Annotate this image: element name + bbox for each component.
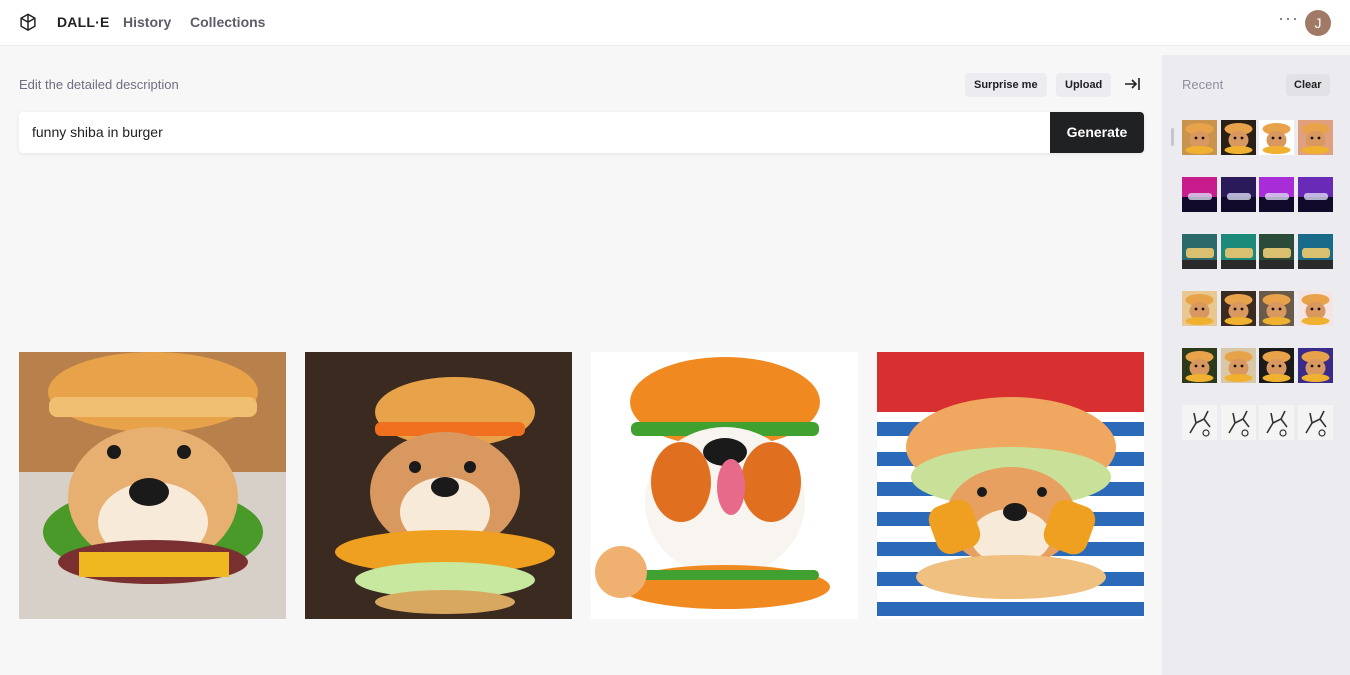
- sidebar-scrollbar[interactable]: [1171, 128, 1174, 146]
- generate-button[interactable]: Generate: [1050, 112, 1144, 153]
- more-options-icon[interactable]: ···: [1278, 8, 1299, 29]
- recent-thumbnail[interactable]: [1259, 177, 1294, 212]
- recent-thumbnail[interactable]: [1182, 291, 1217, 326]
- recent-thumbnail[interactable]: [1259, 405, 1294, 440]
- result-image[interactable]: [877, 352, 1144, 619]
- recent-thumbnail[interactable]: [1298, 405, 1333, 440]
- recent-thumbnail[interactable]: [1259, 348, 1294, 383]
- recent-thumbnail[interactable]: [1298, 120, 1333, 155]
- nav-history[interactable]: History: [123, 14, 171, 30]
- brand-title[interactable]: DALL·E: [57, 14, 110, 30]
- main-panel: Edit the detailed description Surprise m…: [0, 55, 1162, 675]
- recent-thumbnail[interactable]: [1298, 234, 1333, 269]
- openai-logo-icon[interactable]: [17, 12, 39, 34]
- result-image[interactable]: [305, 352, 572, 619]
- recent-thumbnail[interactable]: [1298, 177, 1333, 212]
- top-bar: DALL·E History Collections ··· J: [0, 0, 1350, 46]
- recent-thumbnail[interactable]: [1259, 234, 1294, 269]
- edit-description-label: Edit the detailed description: [19, 77, 179, 92]
- result-image[interactable]: [591, 352, 858, 619]
- upload-button[interactable]: Upload: [1056, 73, 1112, 97]
- recent-thumbnail[interactable]: [1298, 348, 1333, 383]
- recent-label: Recent: [1182, 77, 1224, 92]
- recent-thumbnail[interactable]: [1221, 177, 1256, 212]
- recent-thumbnail[interactable]: [1221, 234, 1256, 269]
- prompt-input[interactable]: funny shiba in burger: [32, 124, 163, 140]
- nav-collections[interactable]: Collections: [190, 14, 265, 30]
- recent-thumbnail[interactable]: [1182, 405, 1217, 440]
- recent-thumbnail[interactable]: [1221, 120, 1256, 155]
- avatar[interactable]: J: [1305, 10, 1331, 36]
- recent-thumbnail[interactable]: [1182, 234, 1217, 269]
- clear-button[interactable]: Clear: [1286, 74, 1330, 96]
- recent-sidebar: Recent Clear: [1162, 55, 1350, 675]
- recent-thumbnail[interactable]: [1182, 120, 1217, 155]
- recent-thumbnail[interactable]: [1182, 348, 1217, 383]
- collapse-sidebar-icon[interactable]: [1124, 75, 1142, 93]
- recent-thumbnail[interactable]: [1298, 291, 1333, 326]
- surprise-me-button[interactable]: Surprise me: [965, 73, 1047, 97]
- prompt-bar: funny shiba in burger Generate: [19, 112, 1144, 153]
- recent-thumbnail[interactable]: [1221, 348, 1256, 383]
- recent-thumbnail[interactable]: [1221, 405, 1256, 440]
- recent-thumbnail[interactable]: [1259, 291, 1294, 326]
- result-image[interactable]: [19, 352, 286, 619]
- recent-thumbnail[interactable]: [1221, 291, 1256, 326]
- recent-thumbnail[interactable]: [1259, 120, 1294, 155]
- recent-thumbnail[interactable]: [1182, 177, 1217, 212]
